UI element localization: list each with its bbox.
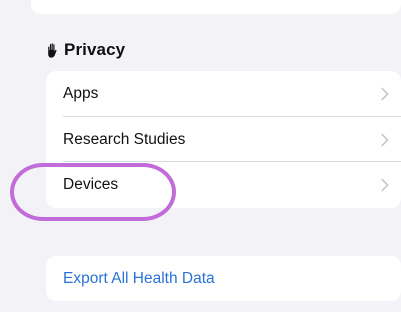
list-item-apps[interactable]: Apps xyxy=(46,71,401,117)
raised-hand-icon xyxy=(46,42,58,58)
privacy-list: Apps Research Studies Devices xyxy=(46,71,401,208)
list-item-label: Devices xyxy=(63,176,119,193)
list-item-label: Research Studies xyxy=(63,130,186,148)
chevron-right-icon xyxy=(381,87,389,101)
list-item-label: Apps xyxy=(63,85,99,102)
list-item-devices[interactable]: Devices xyxy=(46,162,401,208)
privacy-section-header: Privacy xyxy=(46,40,125,60)
export-all-health-data-button[interactable]: Export All Health Data xyxy=(46,256,401,301)
list-item-research-studies[interactable]: Research Studies xyxy=(46,117,401,162)
chevron-right-icon xyxy=(381,133,389,146)
chevron-right-icon xyxy=(381,178,389,192)
previous-section-card xyxy=(31,0,401,14)
export-label: Export All Health Data xyxy=(63,269,215,287)
section-title: Privacy xyxy=(64,40,126,59)
